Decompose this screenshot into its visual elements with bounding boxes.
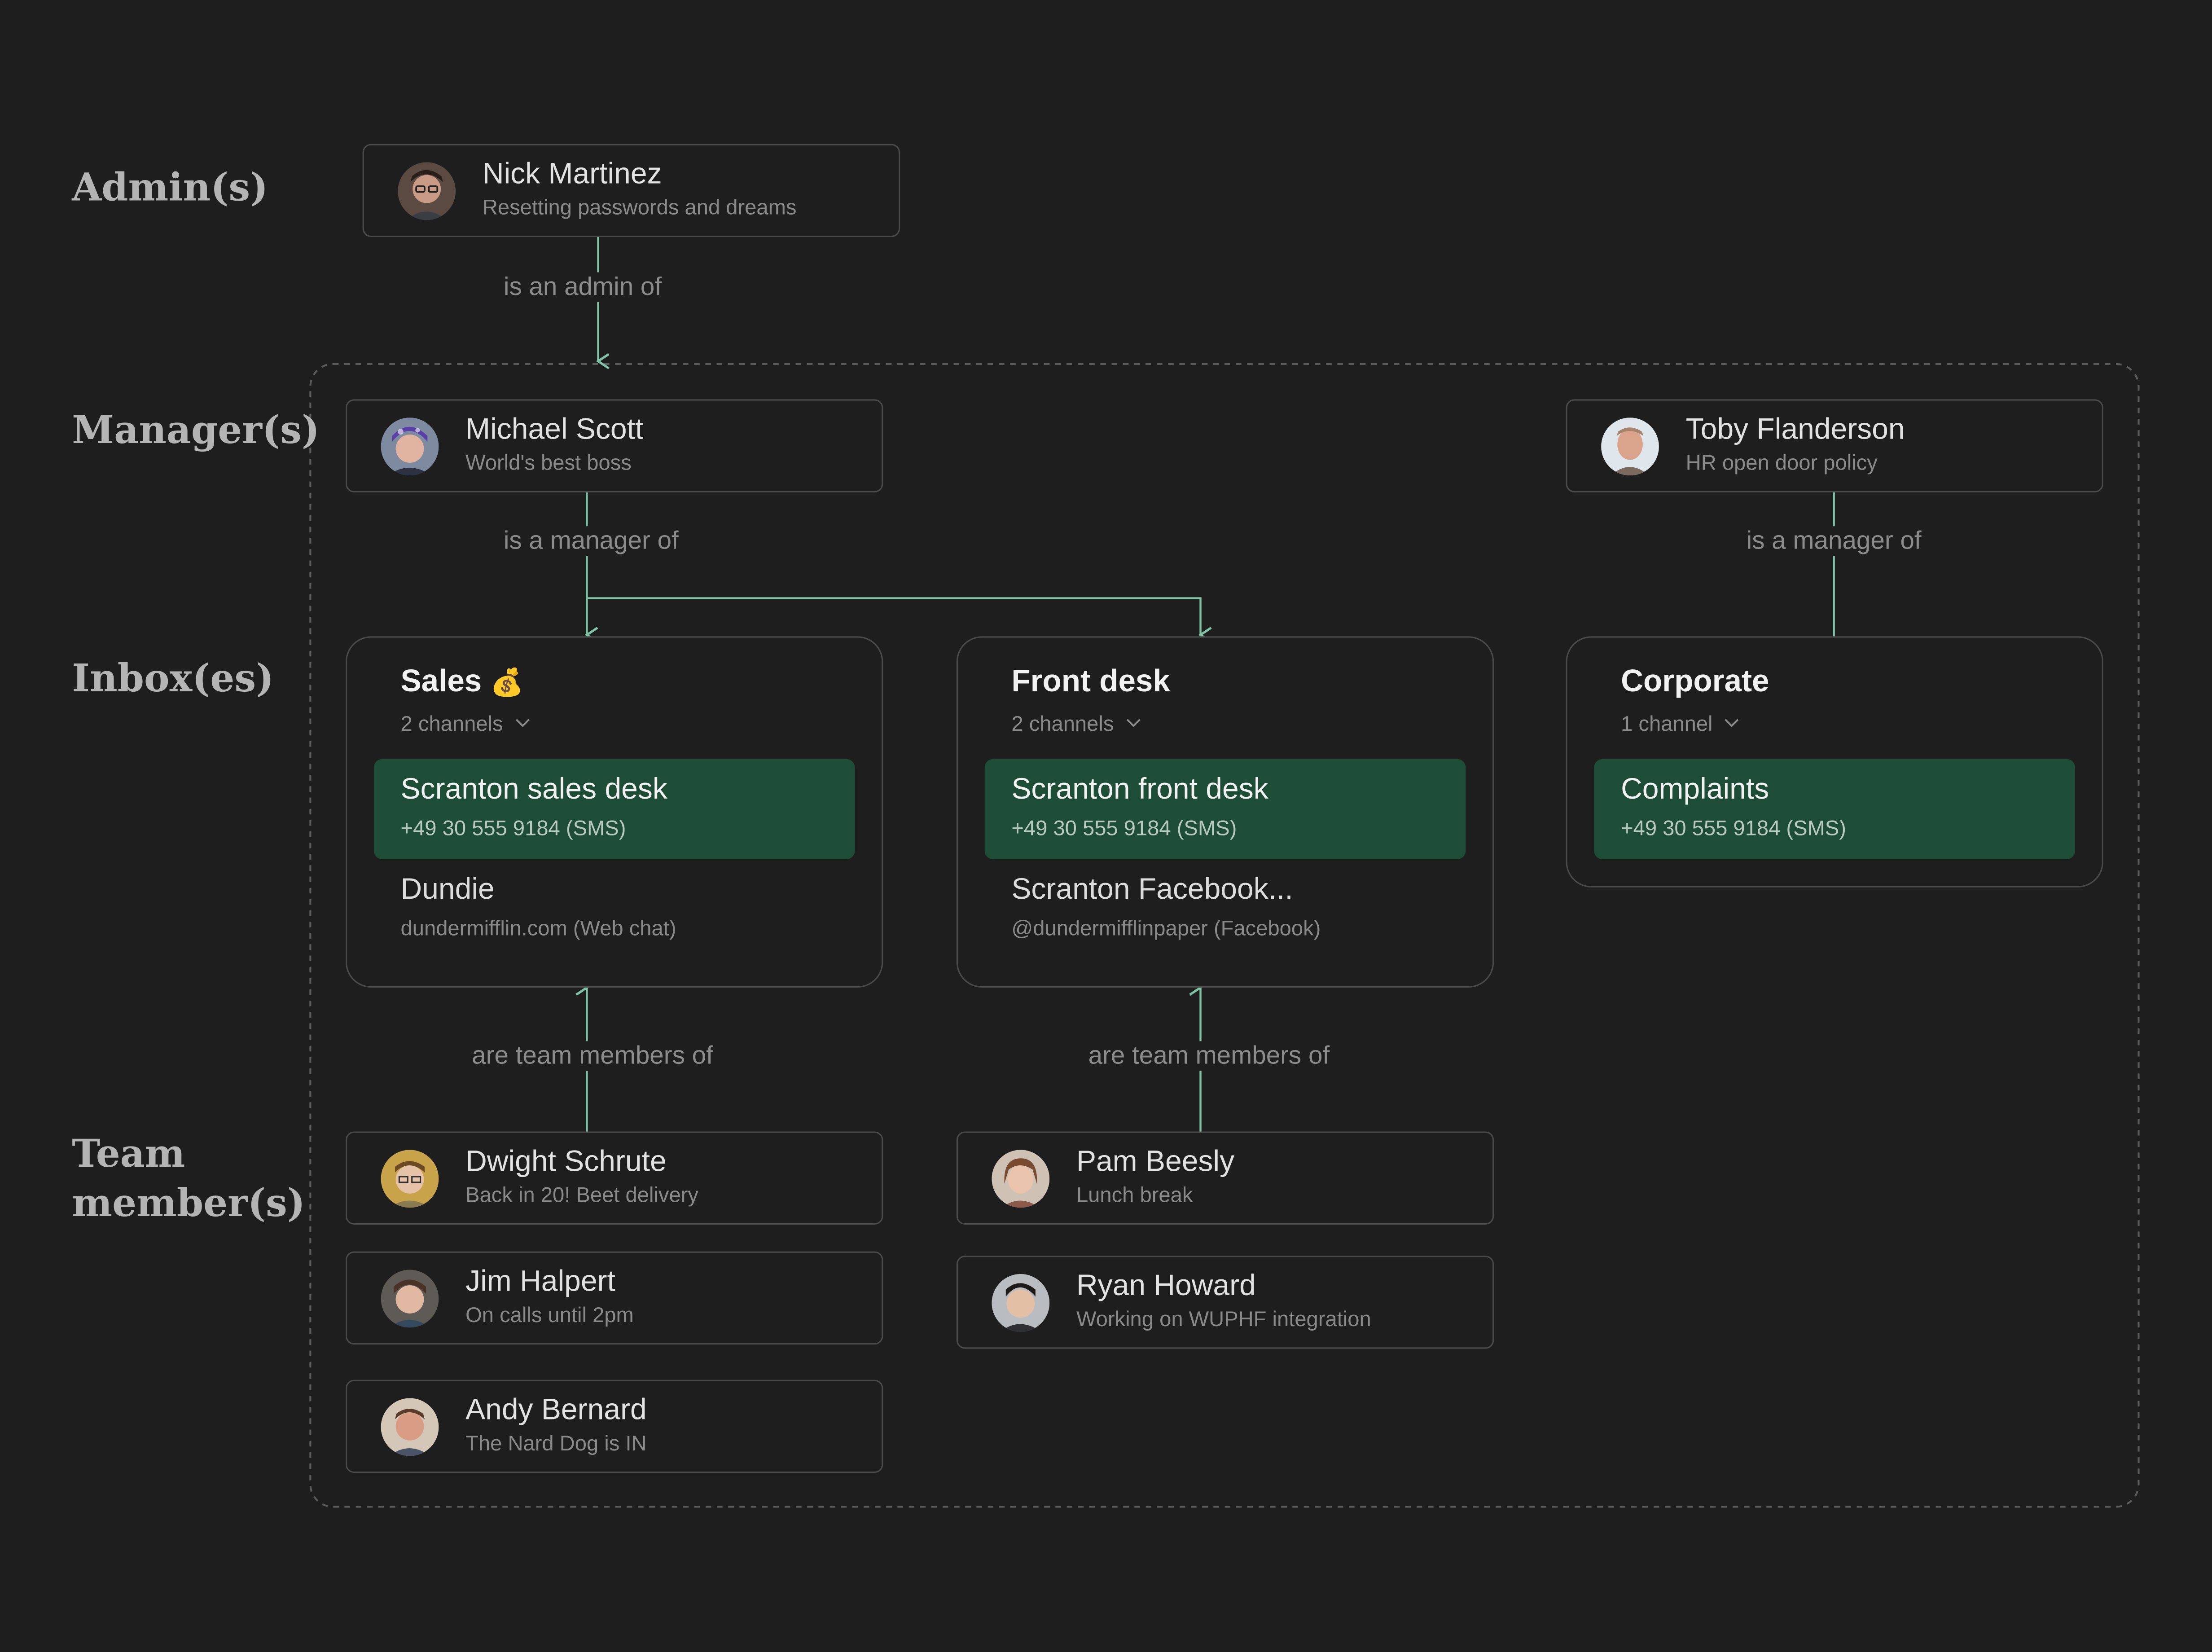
channel-item[interactable]: Dundie dundermifflin.com (Web chat) (374, 859, 855, 959)
person-name: Michael Scott (465, 413, 644, 446)
row-label-admins: Admin(s) (72, 166, 268, 211)
inbox-title: Corporate (1621, 663, 1769, 699)
row-label-inboxes: Inbox(es) (72, 657, 274, 701)
channel-count-label: 2 channels (1011, 712, 1114, 737)
inbox-title: Front desk (1011, 663, 1170, 699)
avatar (381, 417, 439, 476)
person-status: Lunch break (1076, 1183, 1193, 1208)
person-card-team-member[interactable]: Jim Halpert On calls until 2pm (345, 1251, 883, 1345)
avatar (381, 1398, 439, 1456)
inbox-card-front-desk[interactable]: Front desk 2 channels Scranton front des… (956, 636, 1494, 988)
person-name: Ryan Howard (1076, 1270, 1256, 1302)
edge-label-team-of-frontdesk: are team members of (1083, 1041, 1335, 1071)
person-name: Pam Beesly (1076, 1145, 1235, 1178)
person-status: The Nard Dog is IN (465, 1432, 647, 1456)
person-status: Back in 20! Beet delivery (465, 1183, 698, 1208)
edge-label-manager-of-sales: is a manager of (498, 526, 685, 556)
avatar (398, 162, 456, 220)
person-status: HR open door policy (1685, 451, 1878, 476)
avatar (992, 1274, 1050, 1332)
chevron-down-icon (514, 710, 530, 734)
person-status: On calls until 2pm (465, 1303, 634, 1328)
channel-name: Scranton Facebook... (1011, 873, 1293, 906)
inbox-title-text: Sales (400, 663, 482, 699)
person-card-admin[interactable]: Nick Martinez Resetting passwords and dr… (362, 144, 900, 237)
person-card-manager[interactable]: Toby Flanderson HR open door policy (1566, 399, 2103, 492)
edge-label-team-of-sales: are team members of (466, 1041, 719, 1071)
channel-name: Scranton front desk (1011, 773, 1268, 806)
edge-label-manager-of-corporate: is a manager of (1741, 526, 1927, 556)
channel-item[interactable]: Scranton sales desk +49 30 555 9184 (SMS… (373, 759, 855, 859)
manager-connector-frontdesk (587, 597, 1212, 643)
money-bag-icon: 💰 (490, 668, 524, 699)
channel-item[interactable]: Complaints +49 30 555 9184 (SMS) (1594, 759, 2076, 859)
chevron-down-icon (1125, 710, 1141, 734)
person-status: Working on WUPHF integration (1076, 1308, 1371, 1332)
channel-count-dropdown[interactable]: 2 channels (1011, 710, 1141, 737)
person-card-manager[interactable]: Michael Scott World's best boss (345, 399, 883, 492)
channel-name: Scranton sales desk (400, 773, 667, 806)
channel-detail: +49 30 555 9184 (SMS) (1621, 817, 1846, 841)
avatar (381, 1270, 439, 1328)
person-name: Jim Halpert (465, 1265, 615, 1298)
person-card-team-member[interactable]: Dwight Schrute Back in 20! Beet delivery (345, 1131, 883, 1225)
channel-count-dropdown[interactable]: 1 channel (1621, 710, 1739, 737)
person-name: Toby Flanderson (1685, 413, 1905, 446)
person-name: Nick Martinez (482, 158, 662, 191)
channel-detail: @dundermifflinpaper (Facebook) (1011, 917, 1321, 941)
row-label-managers: Manager(s) (72, 409, 320, 453)
inbox-card-sales[interactable]: Sales 💰 2 channels Scranton sales desk +4… (345, 636, 883, 988)
avatar (992, 1150, 1050, 1208)
channel-item[interactable]: Scranton Facebook... @dundermifflinpaper… (985, 859, 1466, 959)
person-status: World's best boss (465, 451, 632, 476)
inbox-card-corporate[interactable]: Corporate 1 channel Complaints +49 30 55… (1566, 636, 2103, 888)
avatar (1601, 417, 1659, 476)
channel-name: Complaints (1621, 773, 1769, 806)
edge-label-admin-of: is an admin of (498, 272, 667, 302)
channel-count-dropdown[interactable]: 2 channels (401, 710, 530, 737)
channel-detail: +49 30 555 9184 (SMS) (1011, 817, 1237, 841)
person-name: Andy Bernard (465, 1394, 647, 1427)
row-label-team-line1: Team (72, 1133, 185, 1177)
person-card-team-member[interactable]: Pam Beesly Lunch break (956, 1131, 1494, 1225)
channel-count-label: 1 channel (1621, 712, 1713, 737)
channel-detail: dundermifflin.com (Web chat) (400, 917, 676, 941)
channel-name: Dundie (400, 873, 495, 906)
person-card-team-member[interactable]: Ryan Howard Working on WUPHF integration (956, 1256, 1494, 1349)
avatar (381, 1150, 439, 1208)
row-label-team-line2: member(s) (72, 1182, 305, 1226)
person-card-team-member[interactable]: Andy Bernard The Nard Dog is IN (345, 1380, 883, 1473)
person-status: Resetting passwords and dreams (482, 196, 797, 220)
org-diagram: Admin(s) Manager(s) Inbox(es) Team membe… (0, 0, 2212, 1652)
channel-item[interactable]: Scranton front desk +49 30 555 9184 (SMS… (984, 759, 1466, 859)
inbox-title: Sales 💰 (401, 663, 524, 700)
channel-count-label: 2 channels (400, 712, 503, 737)
person-name: Dwight Schrute (465, 1145, 667, 1178)
channel-detail: +49 30 555 9184 (SMS) (400, 817, 626, 841)
chevron-down-icon (1724, 710, 1740, 734)
